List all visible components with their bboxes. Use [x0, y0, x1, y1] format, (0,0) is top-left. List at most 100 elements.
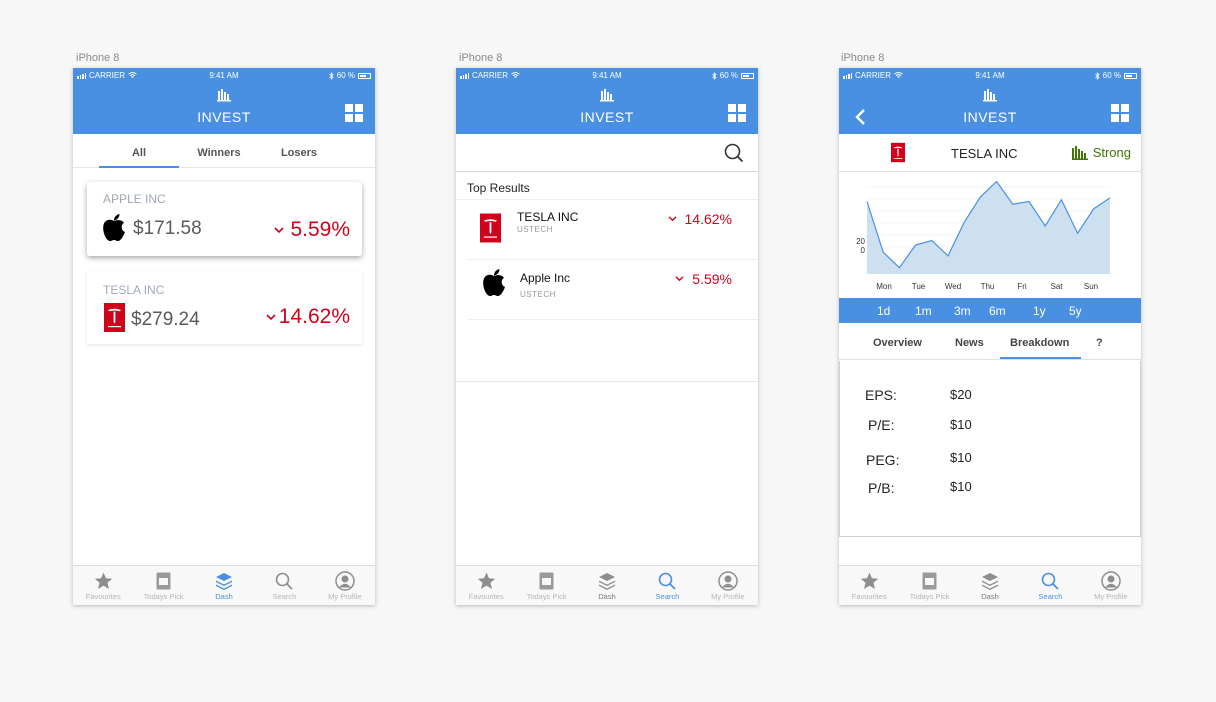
tab-todays-pick[interactable]: Todays Pick	[899, 566, 959, 605]
range-1d[interactable]: 1d	[877, 304, 890, 318]
bluetooth-icon	[1094, 71, 1100, 80]
metric-value: $10	[950, 417, 972, 432]
tab-my-profile[interactable]: My Profile	[1081, 566, 1141, 605]
tab-overview[interactable]: Overview	[873, 337, 922, 349]
tesla-logo-icon	[891, 142, 905, 163]
frame-label-1: iPhone 8	[76, 52, 120, 64]
tab-search[interactable]: Search	[1020, 566, 1080, 605]
tab-todays-pick[interactable]: Todays Pick	[516, 566, 576, 605]
app-header: CARRIER 9:41 AM 60 % INVEST	[73, 68, 375, 134]
divider	[456, 381, 758, 382]
tab-favourites[interactable]: Favourites	[456, 566, 516, 605]
battery-icon	[741, 72, 754, 79]
x-tick-label: Fri	[1017, 282, 1027, 291]
range-1m[interactable]: 1m	[915, 304, 932, 318]
results-title: Top Results	[467, 181, 530, 195]
status-bar: CARRIER 9:41 AM 60 %	[460, 71, 754, 83]
tab-dash[interactable]: Dash	[194, 566, 254, 605]
app-title: INVEST	[197, 109, 251, 125]
stock-card[interactable]: TESLA INC $279.24 14.62%	[87, 271, 362, 344]
search-bar[interactable]	[456, 134, 758, 172]
tesla-logo-icon	[104, 303, 125, 332]
metric-label: EPS:	[865, 387, 897, 403]
tab-news[interactable]: News	[955, 337, 984, 349]
result-change-value: 5.59%	[692, 271, 732, 287]
tab-favourites[interactable]: Favourites	[73, 566, 133, 605]
segment-active-indicator	[99, 166, 179, 168]
segment-control: All Winners Losers	[73, 134, 375, 168]
result-exchange: USTECH	[517, 225, 553, 234]
result-name: Apple Inc	[520, 271, 571, 285]
tab-todays-pick[interactable]: Todays Pick	[133, 566, 193, 605]
tab-label: Favourites	[85, 592, 121, 601]
tab-my-profile[interactable]: My Profile	[315, 566, 375, 605]
status-bar: CARRIER 9:41 AM 60 %	[843, 71, 1137, 83]
company-name: TESLA INC	[951, 146, 1018, 161]
metric-label: PEG:	[866, 452, 900, 468]
x-tick-label: Sun	[1084, 282, 1098, 291]
status-bar: CARRIER 9:41 AM 60 %	[77, 71, 371, 83]
status-time: 9:41 AM	[975, 71, 1005, 80]
result-row[interactable]: TESLA INC USTECH 14.62%	[467, 200, 758, 260]
stock-card[interactable]: APPLE INC $171.58 5.59%	[87, 182, 362, 256]
tab-dash[interactable]: Dash	[960, 566, 1020, 605]
segment-all[interactable]: All	[99, 147, 179, 159]
chevron-down-icon	[675, 276, 684, 282]
star-icon	[477, 572, 495, 589]
detail-tab-active-indicator	[1000, 357, 1081, 359]
tab-search[interactable]: Search	[637, 566, 697, 605]
tab-dash[interactable]: Dash	[577, 566, 637, 605]
grid-menu-icon[interactable]	[728, 104, 746, 122]
range-3m[interactable]: 3m	[954, 304, 971, 318]
metric-label: P/E:	[868, 417, 895, 433]
search-icon	[276, 572, 294, 590]
app-header: CARRIER 9:41 AM 60 % INVEST	[456, 68, 758, 134]
tab-label: My Profile	[711, 592, 745, 601]
tab-search[interactable]: Search	[254, 566, 314, 605]
grid-menu-icon[interactable]	[1111, 104, 1129, 122]
result-change: 5.59%	[675, 271, 732, 287]
tab-label: Dash	[981, 592, 999, 601]
x-tick-label: Mon	[876, 282, 892, 291]
segment-losers[interactable]: Losers	[259, 147, 339, 159]
chart-area	[867, 181, 1110, 274]
tab-breakdown[interactable]: Breakdown	[1010, 337, 1069, 349]
phone-screen-search: CARRIER 9:41 AM 60 % INVEST Top Results …	[456, 68, 758, 605]
result-change: 14.62%	[668, 211, 732, 227]
star-icon	[860, 572, 878, 589]
x-tick-label: Thu	[981, 282, 995, 291]
bluetooth-icon	[328, 71, 334, 80]
star-icon	[94, 572, 112, 589]
tab-label: Favourites	[468, 592, 504, 601]
tab-label: Search	[1038, 592, 1063, 601]
profile-icon	[335, 571, 355, 591]
search-icon	[659, 572, 677, 590]
tab-label: Search	[655, 592, 680, 601]
grid-menu-icon[interactable]	[345, 104, 363, 122]
tab-label: Todays Pick	[526, 592, 567, 601]
calendar-icon	[156, 572, 171, 590]
search-icon[interactable]	[724, 143, 744, 163]
chevron-down-icon	[274, 226, 285, 233]
tab-label: My Profile	[328, 592, 362, 601]
tab-label: Dash	[215, 592, 233, 601]
phone-screen-detail: CARRIER 9:41 AM 60 % INVEST TESLA INC St…	[839, 68, 1141, 605]
tab-favourites[interactable]: Favourites	[839, 566, 899, 605]
tab-label: My Profile	[1094, 592, 1128, 601]
bar-chart-logo-icon	[600, 89, 614, 102]
apple-logo-icon	[103, 214, 125, 241]
segment-winners[interactable]: Winners	[179, 147, 259, 159]
y-tick-label: 20	[856, 237, 865, 246]
range-1y[interactable]: 1y	[1033, 304, 1046, 318]
tab-my-profile[interactable]: My Profile	[698, 566, 758, 605]
x-tick-label: Sat	[1050, 282, 1063, 291]
range-6m[interactable]: 6m	[989, 304, 1006, 318]
result-change-value: 14.62%	[684, 211, 732, 227]
range-5y[interactable]: 5y	[1069, 304, 1082, 318]
rating-badge: Strong	[1071, 145, 1131, 160]
result-row[interactable]: Apple Inc USTECH 5.59%	[467, 260, 758, 320]
profile-icon	[1101, 571, 1121, 591]
bluetooth-icon	[711, 71, 717, 80]
tab-help[interactable]: ?	[1096, 337, 1103, 349]
x-tick-label: Wed	[945, 282, 961, 291]
